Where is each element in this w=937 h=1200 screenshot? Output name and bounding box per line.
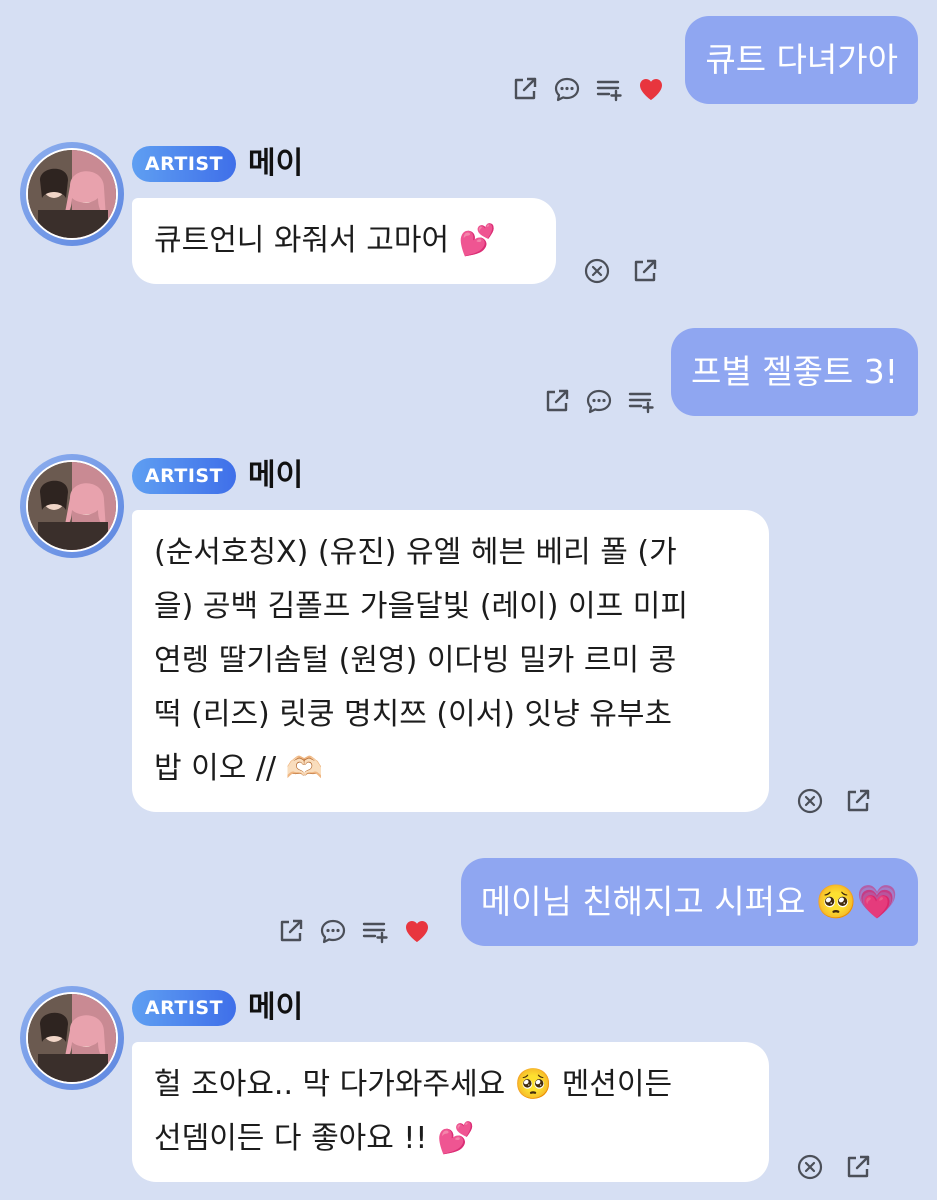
user-message-bubble[interactable]: 큐트 다녀가아	[685, 16, 918, 104]
artist-message-bubble[interactable]: (순서호칭X) (유진) 유엘 헤븐 베리 폴 (가 을) 공백 김폴프 가을달…	[132, 510, 769, 812]
reply-icon[interactable]	[318, 916, 348, 946]
message-line: 헐 조아요.. 막 다가와주세요 🥺 멘션이든	[154, 1067, 673, 1102]
hide-icon[interactable]	[795, 786, 825, 816]
message-actions	[276, 916, 432, 946]
artist-badge: ARTIST	[132, 990, 236, 1026]
message-actions	[795, 786, 873, 816]
avatar[interactable]	[20, 986, 124, 1090]
message-line: (순서호칭X) (유진) 유엘 헤븐 베리 폴 (가	[154, 535, 677, 570]
message-line: 밥 이오 // 🫶🏻	[154, 751, 323, 786]
playlist-add-icon[interactable]	[626, 386, 656, 416]
artist-badge: ARTIST	[132, 146, 236, 182]
reply-icon[interactable]	[552, 74, 582, 104]
avatar[interactable]	[20, 454, 124, 558]
artist-name: 메이	[248, 146, 304, 181]
share-icon[interactable]	[510, 74, 540, 104]
artist-name: 메이	[248, 458, 304, 493]
message-text: 프별 젤좋트 3!	[690, 352, 898, 391]
heart-icon[interactable]	[402, 916, 432, 946]
share-icon[interactable]	[276, 916, 306, 946]
message-actions	[510, 74, 666, 104]
hide-icon[interactable]	[582, 256, 612, 286]
message-line: 떡 (리즈) 릿쿵 명치쯔 (이서) 잇냥 유부초	[154, 697, 673, 732]
artist-name: 메이	[248, 990, 304, 1025]
message-line: 연렝 딸기솜털 (원영) 이다빙 밀카 르미 콩	[154, 643, 677, 678]
message-line: 선뎀이든 다 좋아요 !! 💕	[154, 1121, 475, 1156]
avatar-photo	[28, 462, 116, 550]
artist-badge: ARTIST	[132, 458, 236, 494]
user-message-bubble[interactable]: 메이님 친해지고 시퍼요 🥺💗	[460, 858, 918, 946]
message-text: 큐트 다녀가아	[705, 40, 898, 79]
heart-icon[interactable]	[636, 74, 666, 104]
playlist-add-icon[interactable]	[594, 74, 624, 104]
message-actions	[582, 256, 660, 286]
message-text: 메이님 친해지고 시퍼요 🥺💗	[480, 882, 898, 921]
user-message-bubble[interactable]: 프별 젤좋트 3!	[670, 328, 918, 416]
message-line: 큐트언니 와줘서 고마어 💕	[154, 223, 496, 258]
message-actions	[542, 386, 656, 416]
avatar[interactable]	[20, 142, 124, 246]
message-line: 을) 공백 김폴프 가을달빛 (레이) 이프 미피	[154, 589, 688, 624]
share-icon[interactable]	[843, 786, 873, 816]
artist-message-bubble[interactable]: 큐트언니 와줘서 고마어 💕	[132, 198, 556, 284]
share-icon[interactable]	[630, 256, 660, 286]
share-icon[interactable]	[542, 386, 572, 416]
message-actions	[795, 1152, 873, 1182]
hide-icon[interactable]	[795, 1152, 825, 1182]
avatar-photo	[28, 150, 116, 238]
playlist-add-icon[interactable]	[360, 916, 390, 946]
reply-icon[interactable]	[584, 386, 614, 416]
avatar-photo	[28, 994, 116, 1082]
share-icon[interactable]	[843, 1152, 873, 1182]
artist-message-bubble[interactable]: 헐 조아요.. 막 다가와주세요 🥺 멘션이든 선뎀이든 다 좋아요 !! 💕	[132, 1042, 769, 1182]
